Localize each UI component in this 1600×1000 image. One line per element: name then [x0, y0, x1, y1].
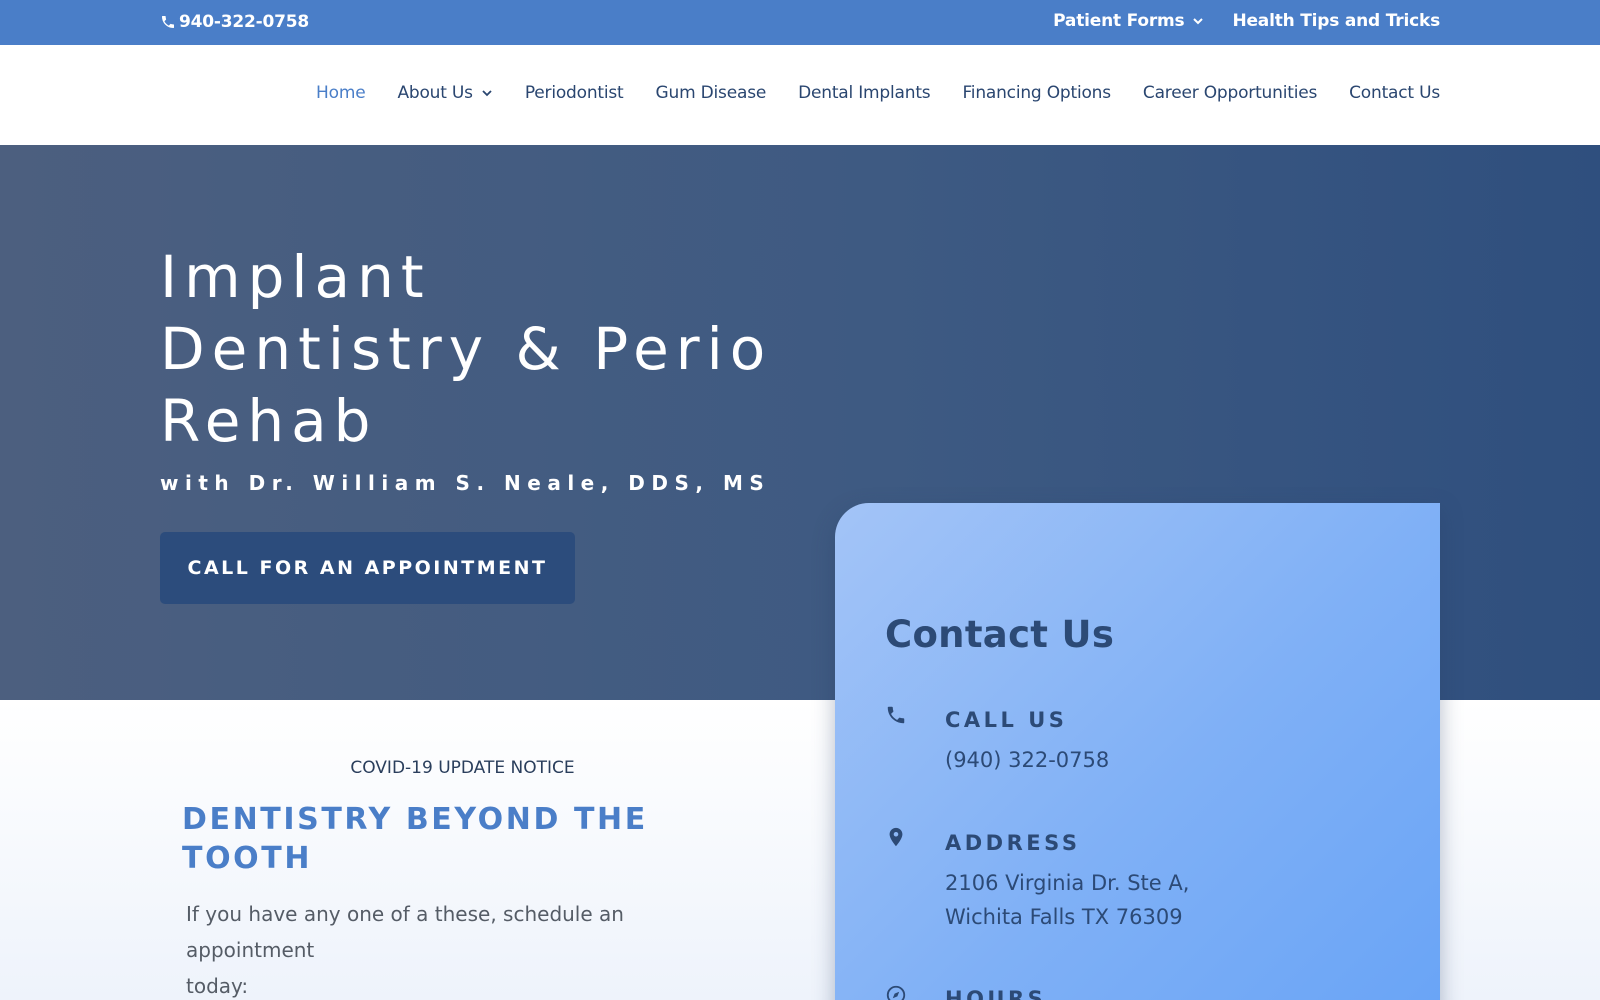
- top-link-label: Patient Forms: [1053, 11, 1185, 31]
- intro-line: today:: [186, 974, 249, 998]
- intro-line: If you have any one of a these, schedule…: [186, 902, 624, 962]
- hero-title-line: Rehab: [160, 387, 378, 455]
- nav-item-label: Dental Implants: [798, 83, 931, 103]
- top-phone-number: 940-322-0758: [179, 12, 309, 32]
- main-nav: Home About Us Periodontist Gum Disease D…: [0, 45, 1600, 145]
- chevron-down-icon: [482, 90, 492, 97]
- nav-item-label: Financing Options: [962, 83, 1111, 103]
- nav-item-home[interactable]: Home: [316, 83, 366, 103]
- top-link-patient-forms[interactable]: Patient Forms: [1053, 11, 1204, 31]
- covid-notice-link[interactable]: COVID-19 UPDATE NOTICE: [0, 758, 925, 778]
- nav-item-label: Gum Disease: [655, 83, 767, 103]
- nav-item-dental-implants[interactable]: Dental Implants: [798, 83, 931, 103]
- section-headline: DENTISTRY BEYOND THE TOOTH: [182, 800, 702, 878]
- top-bar: 940-322-0758 Patient Forms Health Tips a…: [0, 0, 1600, 45]
- nav-item-periodontist[interactable]: Periodontist: [525, 83, 624, 103]
- phone-icon: [887, 706, 905, 724]
- address-label: ADDRESS: [945, 831, 1081, 855]
- address-line-2: Wichita Falls TX 76309: [945, 905, 1183, 929]
- call-us-label: CALL US: [945, 708, 1068, 732]
- hero-title: Implant Dentistry & Perio Rehab: [160, 241, 800, 457]
- hero-title-line: Dentistry & Perio: [160, 315, 773, 383]
- top-phone-link[interactable]: 940-322-0758: [160, 12, 309, 32]
- contact-card: Contact Us CALL US (940) 322-0758 ADDRES…: [835, 503, 1440, 1000]
- address-line-1: 2106 Virginia Dr. Ste A,: [945, 871, 1190, 895]
- nav-item-career-opportunities[interactable]: Career Opportunities: [1143, 83, 1317, 103]
- compass-icon: [886, 985, 906, 1000]
- top-links: Patient Forms Health Tips and Tricks: [1025, 11, 1440, 31]
- call-appointment-button[interactable]: CALL FOR AN APPOINTMENT: [160, 532, 575, 604]
- nav-item-label: Periodontist: [524, 83, 624, 103]
- top-link-label: Health Tips and Tricks: [1232, 11, 1440, 31]
- nav-item-about-us[interactable]: About Us: [397, 83, 492, 103]
- chevron-down-icon: [1193, 18, 1204, 25]
- call-us-number[interactable]: (940) 322-0758: [945, 743, 1109, 777]
- contact-card-title: Contact Us: [885, 613, 1115, 656]
- intro-paragraph: If you have any one of a these, schedule…: [186, 896, 746, 1000]
- headline-line: DENTISTRY BEYOND THE: [182, 802, 648, 837]
- nav-menu: Home About Us Periodontist Gum Disease D…: [284, 83, 1440, 103]
- hours-label: HOURS: [945, 987, 1047, 1000]
- nav-item-gum-disease[interactable]: Gum Disease: [656, 83, 767, 103]
- map-pin-icon: [889, 827, 903, 847]
- headline-line: TOOTH: [182, 841, 313, 876]
- phone-icon: [162, 16, 174, 28]
- nav-item-label: About Us: [397, 83, 473, 103]
- nav-item-label: Home: [316, 83, 366, 103]
- nav-item-label: Career Opportunities: [1142, 83, 1318, 103]
- nav-item-label: Contact Us: [1349, 83, 1440, 103]
- top-link-health-tips[interactable]: Health Tips and Tricks: [1232, 11, 1440, 31]
- nav-item-contact-us[interactable]: Contact Us: [1349, 83, 1440, 103]
- nav-item-financing-options[interactable]: Financing Options: [962, 83, 1111, 103]
- hero-title-line: Implant: [160, 243, 431, 311]
- hero-subtitle: with Dr. William S. Neale, DDS, MS: [160, 471, 771, 495]
